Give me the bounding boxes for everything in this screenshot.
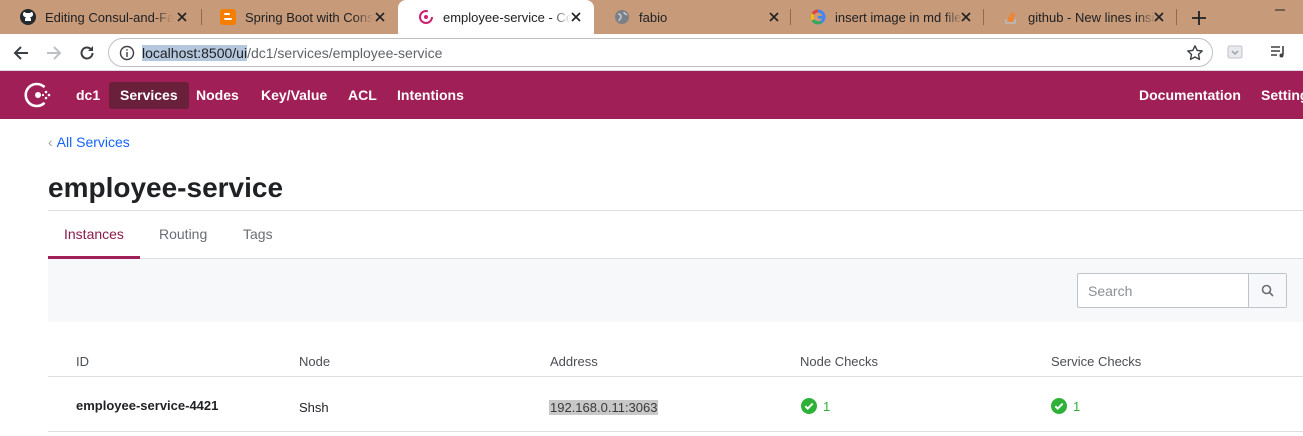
consul-logo-icon[interactable] (24, 81, 52, 109)
new-tab-plus-icon[interactable] (1188, 7, 1210, 29)
extension-icon[interactable] (1226, 43, 1244, 61)
reload-icon[interactable] (75, 41, 99, 65)
info-icon[interactable] (119, 45, 135, 61)
page-title: employee-service (48, 172, 284, 203)
stackoverflow-icon (1003, 9, 1019, 25)
search-button[interactable] (1248, 274, 1286, 307)
instance-address: 192.168.0.11:3063 (549, 400, 659, 415)
breadcrumb[interactable]: ‹ All Services (48, 134, 130, 150)
chevron-left-icon: ‹ (48, 134, 53, 150)
search-input[interactable] (1078, 274, 1248, 307)
nav-nodes[interactable]: Nodes (185, 82, 250, 109)
tab-title: employee-service - Consul (443, 9, 571, 25)
table-row-divider (48, 431, 1303, 432)
nav-settings[interactable]: Settings (1250, 82, 1303, 109)
nav-documentation[interactable]: Documentation (1128, 82, 1252, 109)
column-header-node[interactable]: Node (299, 354, 330, 369)
url-text: localhost:8500/ui/dc1/services/employee-… (142, 45, 442, 61)
bookmark-star-icon[interactable] (1186, 44, 1204, 62)
globe-icon (614, 9, 630, 25)
close-icon[interactable] (568, 9, 584, 25)
browser-tab-active[interactable]: employee-service - Consul (398, 0, 594, 34)
tab-title: fabio (639, 9, 668, 25)
tab-title: github - New lines inside (1028, 9, 1156, 25)
github-icon (20, 9, 36, 25)
consul-icon (418, 9, 434, 25)
breadcrumb-all-services[interactable]: All Services (57, 134, 130, 150)
instance-id-link[interactable]: employee-service-4421 (76, 398, 218, 413)
node-checks-count: 1 (823, 398, 831, 414)
close-icon[interactable] (372, 9, 388, 25)
consul-header: dc1 Services Nodes Key/Value ACL Intenti… (0, 71, 1303, 119)
close-icon[interactable] (174, 9, 190, 25)
browser-tab[interactable]: insert image in md file - (790, 0, 984, 34)
check-circle-icon (1051, 398, 1067, 414)
tab-title: Spring Boot with Consul (245, 9, 373, 25)
instance-node[interactable]: Shsh (299, 400, 329, 415)
node-checks-status[interactable]: 1 (801, 398, 830, 414)
forward-arrow-icon[interactable] (42, 41, 66, 65)
nav-acl[interactable]: ACL (337, 82, 388, 109)
nav-key-value[interactable]: Key/Value (250, 82, 338, 109)
close-icon[interactable] (958, 9, 974, 25)
browser-toolbar: localhost:8500/ui/dc1/services/employee-… (0, 34, 1303, 71)
media-queue-icon[interactable] (1269, 43, 1287, 61)
check-circle-icon (801, 398, 817, 414)
service-checks-count: 1 (1073, 398, 1081, 414)
column-header-id[interactable]: ID (76, 354, 89, 369)
browser-tab-strip: Editing Consul-and-Fabio Spring Boot wit… (0, 0, 1303, 34)
blogger-icon (220, 9, 236, 25)
service-checks-status[interactable]: 1 (1051, 398, 1080, 414)
browser-tab[interactable]: github - New lines inside (983, 0, 1177, 34)
service-tabs: Instances Routing Tags (48, 211, 1303, 259)
google-icon (810, 9, 826, 25)
browser-tab[interactable]: Editing Consul-and-Fabio (0, 0, 200, 34)
search-icon (1261, 284, 1274, 297)
tab-title: Editing Consul-and-Fabio (45, 9, 173, 25)
back-arrow-icon[interactable] (9, 41, 33, 65)
tab-title: insert image in md file - (835, 9, 963, 25)
minimize-icon[interactable] (1272, 2, 1288, 12)
table-header-divider (48, 376, 1303, 377)
tab-instances[interactable]: Instances (48, 211, 140, 259)
close-icon[interactable] (1151, 9, 1167, 25)
column-header-node-checks[interactable]: Node Checks (800, 354, 878, 369)
browser-tab[interactable]: Spring Boot with Consul (200, 0, 398, 34)
column-header-address[interactable]: Address (550, 354, 598, 369)
column-header-service-checks[interactable]: Service Checks (1051, 354, 1141, 369)
tab-tags[interactable]: Tags (243, 211, 273, 258)
tab-separator (1176, 9, 1177, 25)
browser-tab[interactable]: fabio (594, 0, 792, 34)
nav-intentions[interactable]: Intentions (386, 82, 475, 109)
url-path: /dc1/services/employee-service (247, 45, 443, 61)
tab-routing[interactable]: Routing (159, 211, 207, 258)
nav-services[interactable]: Services (109, 82, 189, 109)
url-highlight: localhost:8500/ui (142, 45, 248, 61)
address-bar[interactable]: localhost:8500/ui/dc1/services/employee-… (108, 38, 1213, 67)
close-icon[interactable] (766, 9, 782, 25)
search-field (1077, 273, 1287, 308)
datacenter-selector[interactable]: dc1 (65, 82, 111, 109)
